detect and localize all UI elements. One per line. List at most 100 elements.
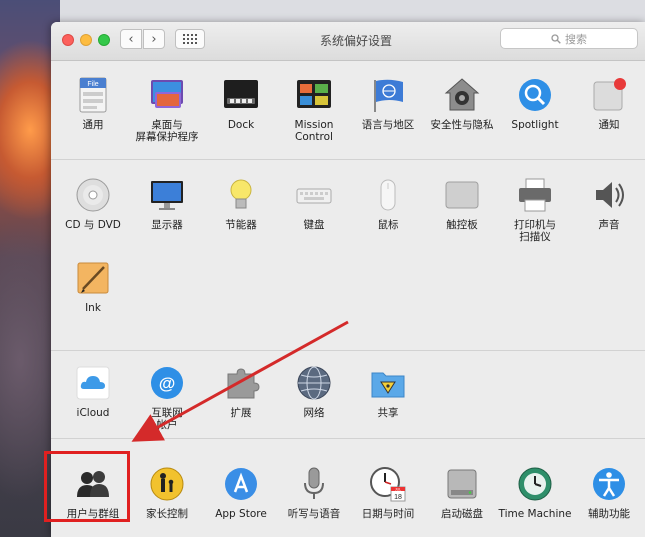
pane-label: 安全性与隐私 xyxy=(430,119,494,131)
spotlight-icon xyxy=(515,75,555,115)
pane-cd-dvd[interactable]: CD 与 DVD xyxy=(57,175,129,231)
desktop-icon xyxy=(147,75,187,115)
pane-dictation[interactable]: 听写与语音 xyxy=(278,464,350,520)
pane-label: 启动磁盘 xyxy=(441,508,483,520)
time-machine-icon xyxy=(515,464,555,504)
disk-icon xyxy=(442,464,482,504)
annotation-highlight-box xyxy=(44,451,130,522)
pane-label: 扩展 xyxy=(230,407,252,419)
ink-icon xyxy=(73,258,113,298)
search-icon xyxy=(551,33,561,44)
section-personal: File 通用 桌面与 屏幕保护程序 Dock Mission Control … xyxy=(51,61,645,160)
desktop-background xyxy=(60,0,645,22)
pane-displays[interactable]: 显示器 xyxy=(131,175,203,231)
pane-label: 通用 xyxy=(82,119,104,131)
clock-calendar-icon: JUL 18 xyxy=(368,464,408,504)
pane-label: 触控板 xyxy=(446,219,478,231)
puzzle-icon xyxy=(221,363,261,403)
window-title: 系统偏好设置 xyxy=(319,34,392,48)
pane-label: 节能器 xyxy=(225,219,257,231)
title-bar: ‹ › 系统偏好设置 搜索 xyxy=(51,22,645,61)
pane-label: Dock xyxy=(227,119,255,131)
pane-label: CD 与 DVD xyxy=(65,219,121,231)
security-house-icon xyxy=(442,75,482,115)
speaker-icon xyxy=(589,175,629,215)
pane-sound[interactable]: 声音 xyxy=(573,175,645,231)
calendar-day: 18 xyxy=(394,494,402,501)
grid-icon xyxy=(183,34,197,44)
pane-general[interactable]: File 通用 xyxy=(57,75,129,131)
section-system: 用户与群组 家长控制 App Store 听写与语音 JUL 18 日期与时间 … xyxy=(51,439,645,537)
calendar-month: JUL xyxy=(395,488,401,492)
pane-ink[interactable]: Ink xyxy=(57,258,129,314)
pane-network[interactable]: 网络 xyxy=(278,363,350,419)
pane-security[interactable]: 安全性与隐私 xyxy=(426,75,498,131)
pane-notifications[interactable]: 通知 xyxy=(573,75,645,131)
pane-parental[interactable]: 家长控制 xyxy=(131,464,203,520)
pane-label: App Store xyxy=(215,508,267,520)
globe-icon xyxy=(294,363,334,403)
pane-mouse[interactable]: 鼠标 xyxy=(352,175,424,231)
pane-label: 打印机与 扫描仪 xyxy=(514,219,556,243)
printer-icon xyxy=(515,175,555,215)
microphone-icon xyxy=(294,464,334,504)
pane-mission-control[interactable]: Mission Control xyxy=(278,75,350,143)
pane-appstore[interactable]: App Store xyxy=(205,464,277,520)
pane-label: 网络 xyxy=(303,407,325,419)
search-placeholder: 搜索 xyxy=(565,32,587,46)
close-button[interactable] xyxy=(62,34,74,46)
svg-text:File: File xyxy=(87,81,98,88)
accessibility-icon xyxy=(589,464,629,504)
mission-control-icon xyxy=(294,75,334,115)
chevron-right-icon: › xyxy=(151,31,157,47)
pane-icloud[interactable]: iCloud xyxy=(57,363,129,419)
back-button[interactable]: ‹ xyxy=(120,29,142,49)
show-all-button[interactable] xyxy=(175,29,205,49)
pane-language[interactable]: 语言与地区 xyxy=(352,75,424,131)
pane-printers[interactable]: 打印机与 扫描仪 xyxy=(499,175,571,243)
pane-label: 桌面与 屏幕保护程序 xyxy=(135,119,199,143)
display-icon xyxy=(147,175,187,215)
pane-label: 声音 xyxy=(598,219,620,231)
pane-label: Time Machine xyxy=(498,508,572,520)
pane-label: 辅助功能 xyxy=(588,508,630,520)
dock-icon xyxy=(221,75,261,115)
pane-sharing[interactable]: 共享 xyxy=(352,363,424,419)
keyboard-icon xyxy=(294,175,334,215)
section-internet: iCloud @ 互联网 帐户 扩展 网络 共享 xyxy=(51,351,645,439)
pane-timemachine[interactable]: Time Machine xyxy=(499,464,572,520)
pane-energy[interactable]: 节能器 xyxy=(205,175,277,231)
pane-datetime[interactable]: JUL 18 日期与时间 xyxy=(352,464,424,520)
pane-label: 鼠标 xyxy=(377,219,399,231)
pane-label: 通知 xyxy=(598,119,620,131)
mouse-icon xyxy=(368,175,408,215)
pane-internet-accounts[interactable]: @ 互联网 帐户 xyxy=(131,363,203,431)
pane-label: Ink xyxy=(85,302,101,314)
minimize-button[interactable] xyxy=(80,34,92,46)
trackpad-icon xyxy=(442,175,482,215)
search-field[interactable]: 搜索 xyxy=(500,28,638,49)
pane-label: 共享 xyxy=(377,407,399,419)
system-preferences-window: ‹ › 系统偏好设置 搜索 File 通用 桌面与 屏幕保护程序 Dock Mi… xyxy=(51,22,645,537)
zoom-button[interactable] xyxy=(98,34,110,46)
pane-label: iCloud xyxy=(76,407,110,419)
general-icon: File xyxy=(73,75,113,115)
pane-dock[interactable]: Dock xyxy=(205,75,277,131)
pane-keyboard[interactable]: 键盘 xyxy=(278,175,350,231)
pane-trackpad[interactable]: 触控板 xyxy=(426,175,498,231)
section-hardware: CD 与 DVD 显示器 节能器 键盘 鼠标 触控板 打印机与 扫描仪 声音 I… xyxy=(51,160,645,351)
forward-button[interactable]: › xyxy=(143,29,165,49)
pane-label: 显示器 xyxy=(151,219,183,231)
pane-spotlight[interactable]: Spotlight xyxy=(499,75,571,131)
appstore-icon xyxy=(221,464,261,504)
pane-accessibility[interactable]: 辅助功能 xyxy=(573,464,645,520)
cd-icon xyxy=(73,175,113,215)
pane-extensions[interactable]: 扩展 xyxy=(205,363,277,419)
pane-desktop[interactable]: 桌面与 屏幕保护程序 xyxy=(131,75,203,143)
pane-label: 听写与语音 xyxy=(287,508,341,520)
lightbulb-icon xyxy=(221,175,261,215)
icloud-icon xyxy=(73,363,113,403)
pane-label: Spotlight xyxy=(511,119,559,131)
pane-label: 互联网 帐户 xyxy=(151,407,183,431)
pane-startup[interactable]: 启动磁盘 xyxy=(426,464,498,520)
